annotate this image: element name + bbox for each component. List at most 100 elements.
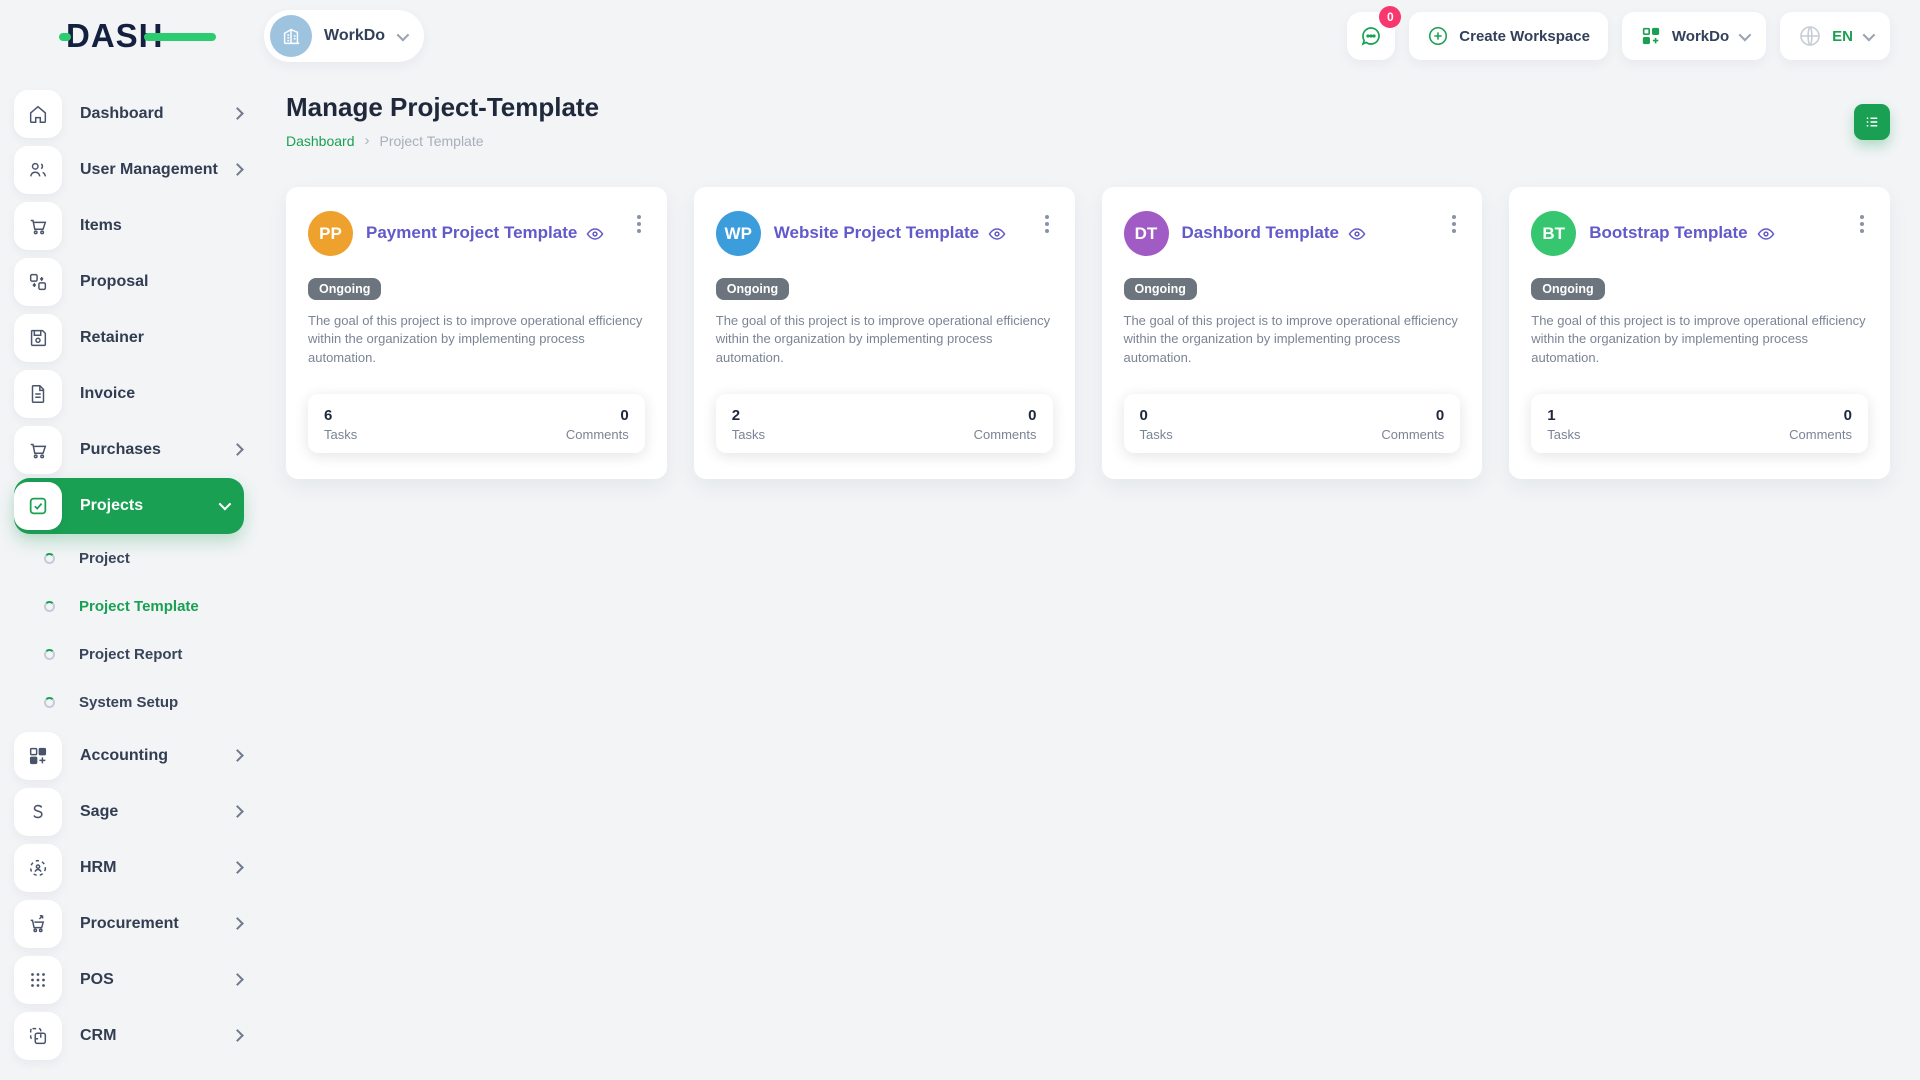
chevron-down-icon	[1739, 28, 1752, 41]
bullet-ring-icon	[44, 553, 55, 564]
sidebar-item-proposal[interactable]: Proposal	[14, 254, 258, 310]
chevron-right-icon	[233, 971, 242, 989]
tasks-label: Tasks	[324, 427, 357, 442]
status-badge: Ongoing	[716, 278, 789, 300]
logo-accent-bar	[144, 33, 216, 41]
messages-button[interactable]: 0	[1347, 12, 1395, 60]
sidebar-item-sage[interactable]: Sage	[14, 784, 258, 840]
chevron-down-icon	[219, 497, 228, 515]
avatar: DT	[1124, 211, 1169, 256]
sidebar-item-pos[interactable]: POS	[14, 952, 258, 1008]
workspace-switcher[interactable]: WorkDo	[264, 10, 424, 62]
submenu-item-project-template[interactable]: Project Template	[14, 582, 258, 630]
comments-count: 0	[566, 407, 629, 424]
comments-label: Comments	[974, 427, 1037, 442]
page-title: Manage Project-Template	[286, 92, 599, 123]
dots-grid-icon	[14, 956, 62, 1004]
breadcrumb-dashboard-link[interactable]: Dashboard	[286, 133, 355, 149]
submenu-item-label: System Setup	[79, 694, 178, 711]
eye-icon[interactable]	[585, 224, 605, 244]
language-selector[interactable]: EN	[1780, 12, 1890, 60]
app-switcher-button[interactable]: WorkDo	[1622, 12, 1766, 60]
project-template-card: WP Website Project Template Ongoing The …	[694, 187, 1075, 479]
card-title-link[interactable]: Website Project Template	[774, 223, 979, 243]
sidebar-item-crm[interactable]: CRM	[14, 1008, 258, 1064]
tasks-label: Tasks	[732, 427, 765, 442]
dashed-scan-icon	[14, 844, 62, 892]
kebab-menu-icon[interactable]	[1448, 211, 1460, 237]
comments-label: Comments	[566, 427, 629, 442]
submenu-item-project[interactable]: Project	[14, 534, 258, 582]
eye-icon[interactable]	[1347, 224, 1367, 244]
chevron-down-icon	[397, 28, 410, 41]
avatar: BT	[1531, 211, 1576, 256]
save-icon	[14, 314, 62, 362]
workspace-name: WorkDo	[324, 27, 385, 45]
sidebar-item-purchases[interactable]: Purchases	[14, 422, 258, 478]
breadcrumb: Dashboard › Project Template	[286, 132, 599, 149]
create-workspace-button[interactable]: Create Workspace	[1409, 12, 1608, 60]
app-switcher-label: WorkDo	[1672, 28, 1729, 45]
notification-badge: 0	[1379, 6, 1401, 28]
breadcrumb-current: Project Template	[380, 133, 484, 149]
chevron-right-icon	[233, 803, 242, 821]
project-template-card: PP Payment Project Template Ongoing The …	[286, 187, 667, 479]
submenu-item-project-report[interactable]: Project Report	[14, 630, 258, 678]
card-stats: 0 Tasks 0 Comments	[1124, 394, 1461, 453]
card-stats: 2 Tasks 0 Comments	[716, 394, 1053, 453]
app-logo[interactable]: DASH	[66, 17, 216, 55]
list-icon	[1863, 113, 1881, 131]
check-square-icon	[14, 482, 62, 530]
sidebar-item-accounting[interactable]: Accounting	[14, 728, 258, 784]
submenu-item-system-setup[interactable]: System Setup	[14, 678, 258, 726]
sidebar-item-user-management[interactable]: User Management	[14, 142, 258, 198]
frames-icon	[14, 1012, 62, 1060]
avatar: WP	[716, 211, 761, 256]
cart-icon	[14, 202, 62, 250]
sidebar-item-procurement[interactable]: Procurement	[14, 896, 258, 952]
card-description: The goal of this project is to improve o…	[1531, 312, 1867, 367]
card-title-link[interactable]: Dashbord Template	[1182, 223, 1339, 243]
kebab-menu-icon[interactable]	[633, 211, 645, 237]
bullet-ring-icon	[44, 601, 55, 612]
projects-submenu: Project Project Template Project Report …	[14, 534, 258, 728]
swap-squares-icon	[14, 258, 62, 306]
sidebar-item-hrm[interactable]: HRM	[14, 840, 258, 896]
sidebar-item-retainer[interactable]: Retainer	[14, 310, 258, 366]
card-title-link[interactable]: Payment Project Template	[366, 223, 577, 243]
sidebar-item-items[interactable]: Items	[14, 198, 258, 254]
kebab-menu-icon[interactable]	[1041, 211, 1053, 237]
list-view-toggle-button[interactable]	[1854, 104, 1890, 140]
sidebar-item-label: Invoice	[80, 385, 135, 403]
grid-plus-icon	[14, 732, 62, 780]
chevron-right-icon	[233, 1027, 242, 1045]
card-stats: 1 Tasks 0 Comments	[1531, 394, 1868, 453]
sidebar-item-label: Purchases	[80, 441, 161, 459]
topbar: DASH WorkDo 0	[0, 0, 1920, 72]
globe-icon	[1798, 24, 1822, 48]
card-description: The goal of this project is to improve o…	[716, 312, 1052, 367]
logo-accent-dot	[59, 33, 71, 41]
bullet-ring-icon	[44, 697, 55, 708]
sidebar-item-label: Proposal	[80, 273, 148, 291]
chevron-right-icon	[233, 161, 242, 179]
sidebar-item-projects[interactable]: Projects	[14, 478, 244, 534]
eye-icon[interactable]	[1756, 224, 1776, 244]
sidebar-item-label: CRM	[80, 1027, 116, 1045]
comments-label: Comments	[1381, 427, 1444, 442]
users-icon	[14, 146, 62, 194]
sidebar-item-label: Sage	[80, 803, 118, 821]
sidebar-item-label: HRM	[80, 859, 116, 877]
kebab-menu-icon[interactable]	[1856, 211, 1868, 237]
chat-icon	[1359, 24, 1383, 48]
sidebar-item-invoice[interactable]: Invoice	[14, 366, 258, 422]
card-title-link[interactable]: Bootstrap Template	[1589, 223, 1747, 243]
sidebar-item-dashboard[interactable]: Dashboard	[14, 86, 258, 142]
chevron-right-icon	[233, 105, 242, 123]
sidebar-item-label: Retainer	[80, 329, 144, 347]
breadcrumb-separator: ›	[365, 132, 370, 149]
chevron-down-icon	[1863, 28, 1876, 41]
tasks-count: 6	[324, 407, 357, 424]
eye-icon[interactable]	[987, 224, 1007, 244]
chevron-right-icon	[233, 859, 242, 877]
